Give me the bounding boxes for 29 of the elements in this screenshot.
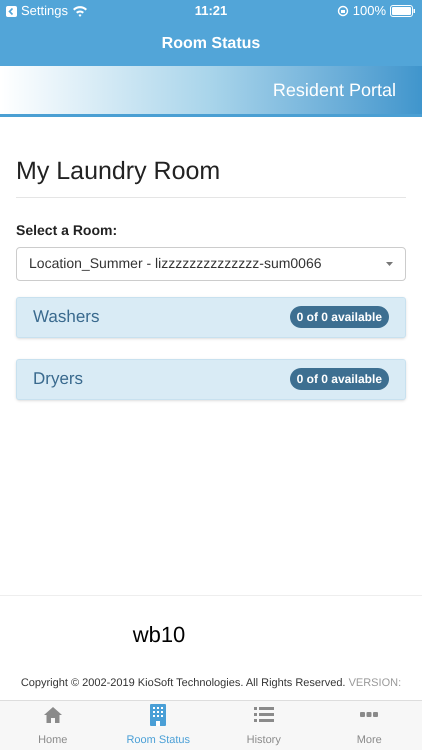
availability-badge: 0 of 0 available	[290, 306, 389, 328]
battery-icon	[390, 5, 416, 17]
tab-item[interactable]: History	[211, 701, 316, 750]
room-select[interactable]: Location_Summer - lizzzzzzzzzzzzzz-sum0066	[16, 246, 406, 280]
battery-percent: 100%	[352, 2, 386, 20]
copyright-text: Copyright © 2002-2019 KioSoft Technologies. All Rights Reserved. VERSION:	[20, 676, 402, 691]
page-heading: My Laundry Room	[16, 153, 406, 198]
back-label[interactable]: Settings	[21, 1, 68, 21]
panel-title: Dryers	[33, 368, 84, 390]
dropdown-arrows-icon	[386, 262, 393, 266]
back-icon[interactable]	[6, 6, 17, 16]
tab-item[interactable]: More	[316, 701, 422, 750]
rotation-lock-icon	[336, 5, 349, 17]
tab-item[interactable]: Room Status	[106, 701, 211, 750]
banner-title: Resident Portal	[272, 78, 396, 102]
wifi-icon	[72, 5, 88, 17]
room-label: Select a Room:	[16, 220, 118, 240]
footer-code: wb10	[132, 621, 186, 649]
category-panel[interactable]: Washers 0 of 0 available	[16, 296, 406, 338]
panel-title: Washers	[33, 306, 100, 328]
dots-icon	[360, 712, 378, 717]
tab-item[interactable]: Home	[0, 701, 106, 750]
list-icon	[254, 706, 274, 722]
home-icon	[42, 706, 63, 724]
nav-title: Room Status	[162, 34, 260, 54]
clock-time: 11:21	[194, 2, 228, 20]
availability-badge: 0 of 0 available	[290, 368, 389, 390]
category-panel[interactable]: Dryers 0 of 0 available	[16, 358, 406, 400]
building-icon	[150, 704, 166, 726]
